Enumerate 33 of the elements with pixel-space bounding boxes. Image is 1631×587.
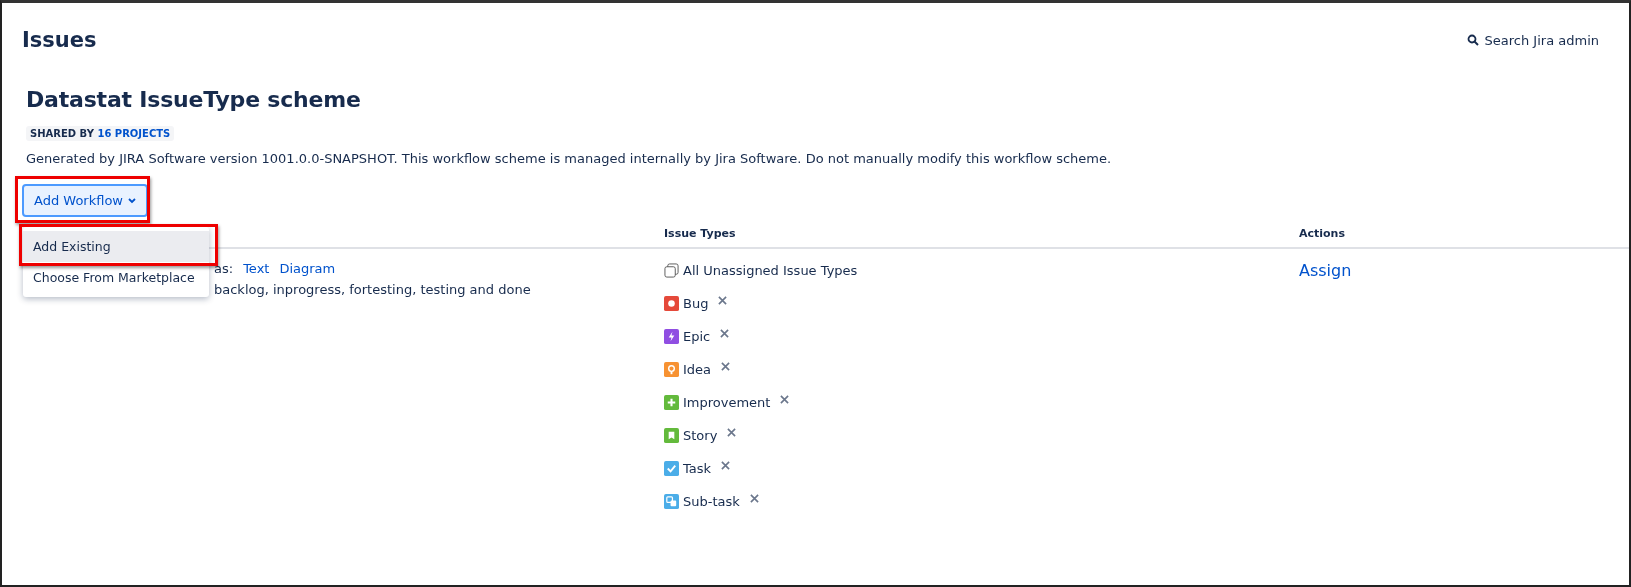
assign-link[interactable]: Assign — [1299, 261, 1352, 280]
menu-item[interactable]: Add Existing — [23, 231, 209, 262]
column-header: Issue Types — [664, 227, 737, 240]
chevron-down-icon — [128, 197, 136, 204]
issue-type-label: Idea — [683, 362, 712, 377]
search-icon — [1466, 34, 1479, 46]
issue-type-label: Bug — [683, 296, 709, 311]
remove-icon[interactable] — [718, 296, 728, 305]
view-link[interactable]: Text — [243, 261, 270, 276]
column-header: Actions — [1299, 227, 1346, 240]
view-link[interactable]: Diagram — [279, 261, 336, 276]
view-as-label: as: — [214, 261, 234, 276]
remove-icon[interactable] — [780, 395, 790, 404]
shared-badge: SHARED BY 16 PROJECTS — [26, 126, 175, 141]
issue-type-label: Improvement — [683, 395, 771, 410]
remove-icon[interactable] — [720, 329, 730, 338]
remove-icon[interactable] — [749, 494, 759, 503]
issue-type-label: Epic — [683, 329, 711, 344]
issue-type-label: Sub-task — [683, 494, 740, 509]
stacked-squares-icon — [664, 263, 679, 278]
remove-icon[interactable] — [727, 428, 737, 437]
issue-type-label: Task — [683, 461, 712, 476]
page-title: Issues — [22, 28, 97, 52]
search-link[interactable]: Search Jira admin — [1466, 32, 1599, 48]
workflow-description: backlog, inprogress, fortesting, testing and done — [214, 282, 532, 297]
add-workflow-button[interactable]: Add Workflow — [22, 184, 148, 217]
issue-type-label: Story — [683, 428, 718, 443]
projects-link[interactable]: 16 PROJECTS — [97, 128, 171, 139]
scheme-title: Datastat IssueType scheme — [26, 87, 362, 112]
issue-type-label: All Unassigned Issue Types — [683, 263, 858, 278]
remove-icon[interactable] — [721, 362, 731, 371]
scheme-description: Generated by JIRA Software version 1001.0.0-SNAPSHOT. This workflow scheme is managed internally by Jira Software. Do not manually modify this workflow scheme. — [26, 151, 1113, 166]
remove-icon[interactable] — [721, 461, 731, 470]
